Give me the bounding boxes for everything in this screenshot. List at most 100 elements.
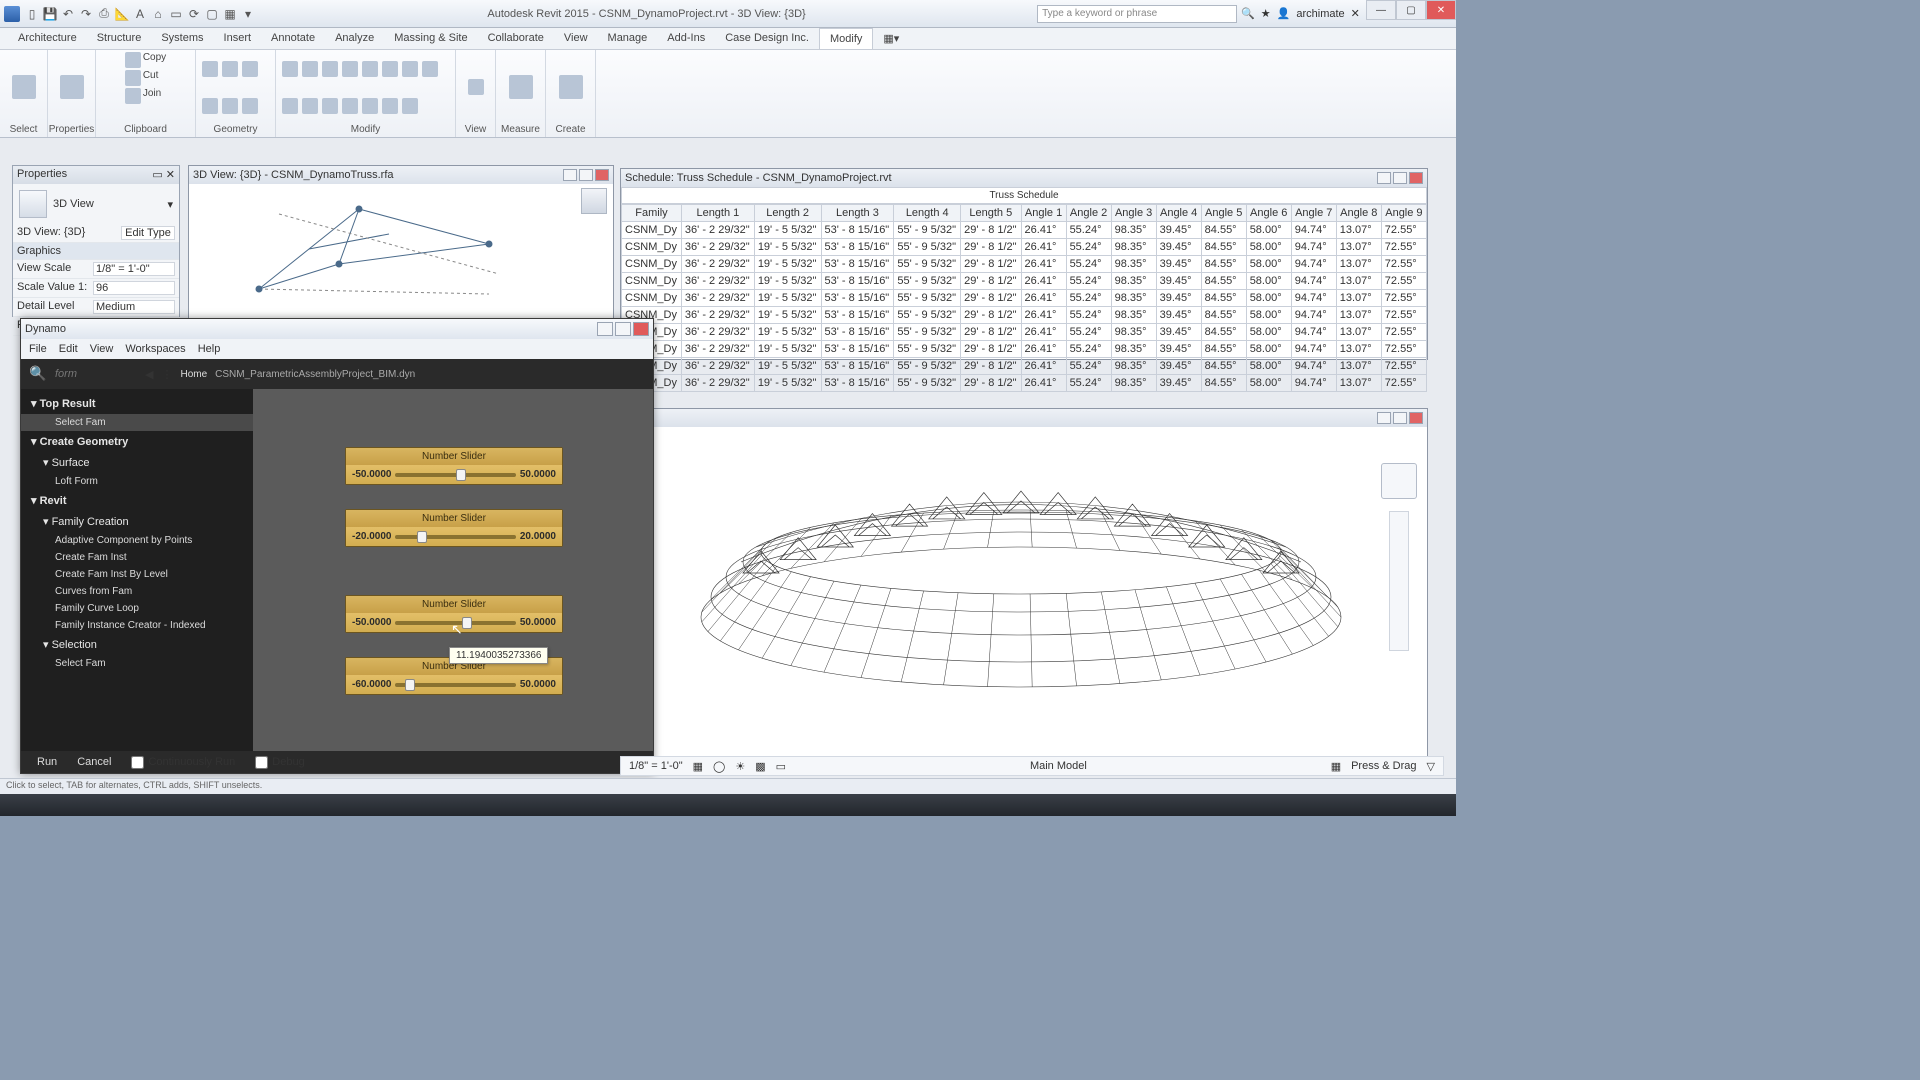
modify-button[interactable] <box>8 65 40 109</box>
column-header[interactable]: Length 2 <box>754 205 821 222</box>
lib-item[interactable]: Family Instance Creator - Indexed <box>21 617 253 634</box>
qat-redo-icon[interactable]: ↷ <box>78 6 94 22</box>
offset-icon[interactable] <box>402 61 418 77</box>
lib-create-geometry[interactable]: ▾ Create Geometry <box>21 431 253 452</box>
tab-modify[interactable]: Modify <box>819 28 873 49</box>
detail-icon[interactable]: ▦ <box>693 760 703 773</box>
prop-value[interactable]: 1/8" = 1'-0" <box>93 262 175 276</box>
prop-value[interactable]: Medium <box>93 300 175 314</box>
qat-open-icon[interactable]: ▯ <box>24 6 40 22</box>
qat-text-icon[interactable]: A <box>132 6 148 22</box>
tab-massing[interactable]: Massing & Site <box>384 28 477 49</box>
column-header[interactable]: Family <box>622 205 682 222</box>
table-row[interactable]: CSNM_Dy36' - 2 29/32"19' - 5 5/32"53' - … <box>622 307 1427 324</box>
persp-max[interactable] <box>1393 412 1407 424</box>
menu-dots-icon[interactable]: ⋮ <box>161 368 172 381</box>
column-header[interactable]: Angle 4 <box>1156 205 1201 222</box>
copy-button[interactable]: Copy <box>143 52 166 68</box>
signin-icon[interactable]: ★ <box>1261 7 1271 20</box>
qat-print-icon[interactable]: ⎙ <box>96 6 112 22</box>
table-row[interactable]: CSNM_Dy36' - 2 29/32"19' - 5 5/32"53' - … <box>622 375 1427 392</box>
column-header[interactable]: Angle 9 <box>1381 205 1426 222</box>
search-input[interactable]: form <box>55 368 77 380</box>
view-3d-canvas[interactable] <box>189 184 613 319</box>
column-header[interactable]: Angle 3 <box>1111 205 1156 222</box>
qat-section-icon[interactable]: ▭ <box>168 6 184 22</box>
search-icon[interactable]: 🔍 <box>29 365 47 383</box>
filter-icon[interactable]: ▦ <box>1331 760 1341 773</box>
properties-close-icon[interactable]: ▭ ✕ <box>152 168 175 182</box>
tab-structure[interactable]: Structure <box>87 28 152 49</box>
geo2-icon[interactable] <box>222 61 238 77</box>
slider-track[interactable] <box>395 535 515 539</box>
qat-3d-icon[interactable]: ⌂ <box>150 6 166 22</box>
column-header[interactable]: Length 1 <box>681 205 754 222</box>
dynamo-menu-edit[interactable]: Edit <box>59 343 78 355</box>
qat-save-icon[interactable]: 💾 <box>42 6 58 22</box>
ungroup-icon[interactable] <box>402 98 418 114</box>
measure-icon[interactable] <box>509 75 533 99</box>
select-mode-icon[interactable]: ▽ <box>1427 760 1435 773</box>
dynamo-max[interactable] <box>615 322 631 336</box>
tab-case[interactable]: Case Design Inc. <box>715 28 819 49</box>
paste-icon[interactable] <box>125 52 141 68</box>
move-icon[interactable] <box>282 61 298 77</box>
column-header[interactable]: Angle 6 <box>1246 205 1291 222</box>
help-search-input[interactable]: Type a keyword or phrase <box>1037 5 1237 23</box>
split-icon[interactable] <box>362 61 378 77</box>
tab-annotate[interactable]: Annotate <box>261 28 325 49</box>
tab-manage[interactable]: Manage <box>598 28 658 49</box>
lib-item[interactable]: Adaptive Component by Points <box>21 532 253 549</box>
windows-taskbar[interactable] <box>0 794 1456 816</box>
schedule-table[interactable]: FamilyLength 1Length 2Length 3Length 4Le… <box>621 204 1427 392</box>
qat-close-icon[interactable]: ▢ <box>204 6 220 22</box>
tab-architecture[interactable]: Architecture <box>8 28 87 49</box>
number-slider-node[interactable]: Number Slider -50.0000 50.0000 <box>345 447 563 485</box>
cut-button[interactable]: Cut <box>143 70 159 86</box>
viewcube[interactable] <box>581 188 607 214</box>
app-icon[interactable] <box>4 6 20 22</box>
dynamo-menu-file[interactable]: File <box>29 343 47 355</box>
dynamo-menu-view[interactable]: View <box>90 343 114 355</box>
column-header[interactable]: Angle 8 <box>1336 205 1381 222</box>
view-3d-max[interactable] <box>579 169 593 181</box>
mirror-icon[interactable] <box>382 61 398 77</box>
join-icon[interactable] <box>125 88 141 104</box>
table-row[interactable]: CSNM_Dy36' - 2 29/32"19' - 5 5/32"53' - … <box>622 239 1427 256</box>
trim-icon[interactable] <box>342 61 358 77</box>
run-button[interactable]: Run <box>37 756 57 768</box>
sunpath-icon[interactable]: ☀ <box>735 760 745 773</box>
schedule-min[interactable] <box>1377 172 1391 184</box>
scale-label[interactable]: 1/8" = 1'-0" <box>629 760 683 772</box>
table-row[interactable]: CSNM_Dy36' - 2 29/32"19' - 5 5/32"53' - … <box>622 341 1427 358</box>
tab-analyze[interactable]: Analyze <box>325 28 384 49</box>
dynamo-min[interactable] <box>597 322 613 336</box>
slider-track[interactable] <box>395 473 515 477</box>
viewname-select[interactable]: 3D View: {3D} <box>17 226 121 240</box>
press-drag-label[interactable]: Press & Drag <box>1351 760 1416 772</box>
tab-extra-icon[interactable]: ▦▾ <box>873 28 909 49</box>
table-row[interactable]: CSNM_Dy36' - 2 29/32"19' - 5 5/32"53' - … <box>622 358 1427 375</box>
dynamo-menu-workspaces[interactable]: Workspaces <box>125 343 185 355</box>
lib-family-creation[interactable]: ▾ Family Creation <box>21 511 253 532</box>
nav-bar[interactable] <box>1389 511 1409 651</box>
tab-view[interactable]: View <box>554 28 598 49</box>
table-row[interactable]: CSNM_Dy36' - 2 29/32"19' - 5 5/32"53' - … <box>622 222 1427 239</box>
schedule-close[interactable] <box>1409 172 1423 184</box>
array-icon[interactable] <box>282 98 298 114</box>
copy-icon[interactable] <box>302 61 318 77</box>
continuous-checkbox[interactable] <box>131 756 144 769</box>
lib-revit[interactable]: ▾ Revit <box>21 490 253 511</box>
view-3d-min[interactable] <box>563 169 577 181</box>
table-row[interactable]: CSNM_Dy36' - 2 29/32"19' - 5 5/32"53' - … <box>622 290 1427 307</box>
shadows-icon[interactable]: ▩ <box>755 760 765 773</box>
number-slider-node[interactable]: Number Slider -20.0000 20.0000 <box>345 509 563 547</box>
align-icon[interactable] <box>422 61 438 77</box>
back-icon[interactable]: ◀ <box>145 368 153 381</box>
join-button[interactable]: Join <box>143 88 161 104</box>
slider-track[interactable] <box>395 683 515 687</box>
tab-collaborate[interactable]: Collaborate <box>478 28 554 49</box>
group-icon[interactable] <box>382 98 398 114</box>
properties-button[interactable] <box>56 65 88 109</box>
dynamo-menu-help[interactable]: Help <box>198 343 221 355</box>
